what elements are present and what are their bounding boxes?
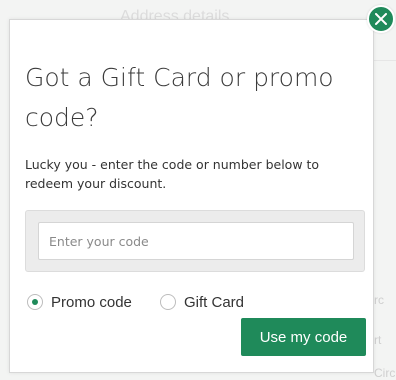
close-icon (375, 13, 387, 25)
modal-title: Got a Gift Card or promo code? (25, 63, 334, 132)
close-button[interactable] (367, 5, 395, 33)
promo-code-modal: Got a Gift Card or promo code? Lucky you… (9, 19, 374, 373)
gift-card-label: Gift Card (184, 293, 245, 311)
use-my-code-button[interactable]: Use my code (241, 318, 366, 356)
background-side-text: rt (374, 333, 382, 347)
promo-code-radio[interactable] (27, 294, 43, 310)
gift-card-option[interactable]: Gift Card (160, 292, 244, 312)
promo-code-input[interactable] (38, 222, 354, 260)
background-side-text: Circ (374, 366, 396, 380)
background-side-text: rc (374, 293, 384, 307)
promo-code-label: Promo code (51, 293, 132, 311)
background-divider (374, 60, 396, 61)
gift-card-radio[interactable] (160, 294, 176, 310)
code-input-panel (25, 210, 365, 272)
promo-code-option[interactable]: Promo code (27, 292, 132, 312)
modal-subtitle: Lucky you - enter the code or number bel… (25, 157, 320, 191)
